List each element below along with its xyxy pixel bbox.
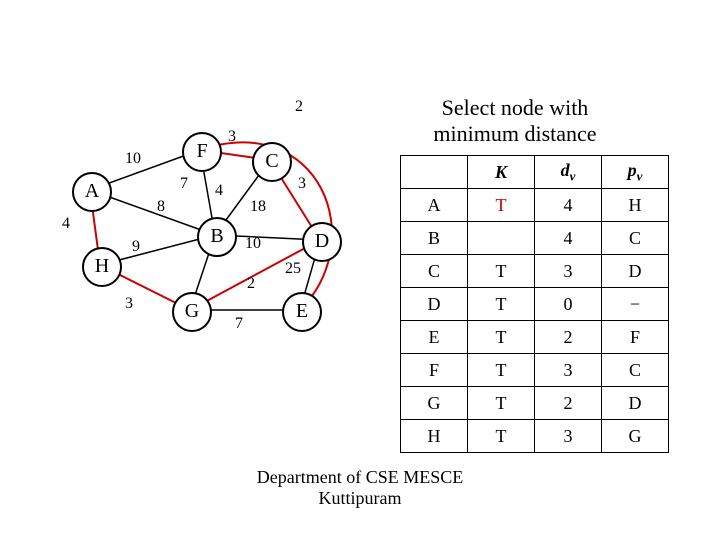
col-p-sub: v — [637, 168, 643, 183]
node-f: F — [182, 132, 222, 172]
col-d-sub: v — [570, 168, 576, 183]
col-p-text: p — [628, 160, 637, 180]
node-g: G — [172, 292, 212, 332]
row-p: C — [602, 354, 669, 387]
title-line-1: Select node with — [442, 95, 589, 120]
weight-c-d: 3 — [298, 175, 306, 193]
row-p: D — [602, 255, 669, 288]
weight-b-c: 18 — [250, 198, 266, 216]
row-key: G — [401, 387, 468, 420]
graph-diagram: A F C B D E G H 2 3 10 7 4 8 3 18 4 9 10… — [60, 120, 390, 360]
table-row: C T 3 D — [401, 255, 669, 288]
weight-g-h: 3 — [125, 295, 133, 313]
col-d-text: d — [561, 160, 570, 180]
col-k-text: K — [495, 162, 507, 182]
node-d: D — [302, 222, 342, 262]
node-h: H — [82, 247, 122, 287]
weight-d-g: 2 — [247, 275, 255, 293]
node-a: A — [72, 172, 112, 212]
row-key: H — [401, 420, 468, 453]
row-p: C — [602, 222, 669, 255]
table-header-row: K dv pv — [401, 156, 669, 189]
row-k: T — [468, 288, 535, 321]
table-row: D T 0 − — [401, 288, 669, 321]
row-d: 2 — [535, 321, 602, 354]
row-k: T — [468, 387, 535, 420]
row-k: T — [468, 255, 535, 288]
weight-a-f: 10 — [125, 150, 141, 168]
row-k: T — [468, 189, 535, 222]
row-d: 3 — [535, 354, 602, 387]
row-key: F — [401, 354, 468, 387]
row-k — [468, 222, 535, 255]
slide-title: Select node with minimum distance — [400, 95, 630, 148]
weight-a-b: 7 — [180, 175, 188, 193]
row-d: 4 — [535, 222, 602, 255]
weight-b-d: 10 — [245, 235, 261, 253]
footer-line-1: Department of CSE MESCE — [257, 467, 463, 487]
row-d: 4 — [535, 189, 602, 222]
weight-b-g: 8 — [157, 198, 165, 216]
row-k: T — [468, 420, 535, 453]
row-d: 3 — [535, 420, 602, 453]
footer-line-2: Kuttipuram — [319, 488, 402, 508]
weight-d-e: 25 — [285, 260, 301, 278]
title-line-2: minimum distance — [433, 121, 596, 146]
col-pv: pv — [602, 156, 669, 189]
table-row: A T 4 H — [401, 189, 669, 222]
table-row: F T 3 C — [401, 354, 669, 387]
row-p: F — [602, 321, 669, 354]
slide-footer: Department of CSE MESCE Kuttipuram — [0, 467, 720, 510]
weight-f-e: 2 — [295, 98, 303, 116]
row-key: C — [401, 255, 468, 288]
row-key: B — [401, 222, 468, 255]
table-row: E T 2 F — [401, 321, 669, 354]
table-row: G T 2 D — [401, 387, 669, 420]
weight-b-h: 9 — [132, 238, 140, 256]
table-row: B 4 C — [401, 222, 669, 255]
row-d: 0 — [535, 288, 602, 321]
col-k: K — [468, 156, 535, 189]
row-p: G — [602, 420, 669, 453]
col-blank — [401, 156, 468, 189]
table-row: H T 3 G — [401, 420, 669, 453]
weight-a-h: 4 — [62, 215, 70, 233]
row-d: 2 — [535, 387, 602, 420]
row-p: H — [602, 189, 669, 222]
row-p: − — [602, 288, 669, 321]
row-key: E — [401, 321, 468, 354]
row-p: D — [602, 387, 669, 420]
row-k: T — [468, 321, 535, 354]
node-b: B — [197, 217, 237, 257]
node-c: C — [252, 142, 292, 182]
row-d: 3 — [535, 255, 602, 288]
row-key: A — [401, 189, 468, 222]
row-key: D — [401, 288, 468, 321]
col-dv: dv — [535, 156, 602, 189]
slide-stage: Select node with minimum distance A F C — [0, 0, 720, 540]
weight-f-c: 3 — [228, 128, 236, 146]
row-k: T — [468, 354, 535, 387]
node-e: E — [282, 292, 322, 332]
weight-f-b: 4 — [215, 182, 223, 200]
distance-table: K dv pv A T 4 H B 4 C C T 3 D D T 0 − — [400, 155, 669, 453]
weight-g-e: 7 — [235, 315, 243, 333]
